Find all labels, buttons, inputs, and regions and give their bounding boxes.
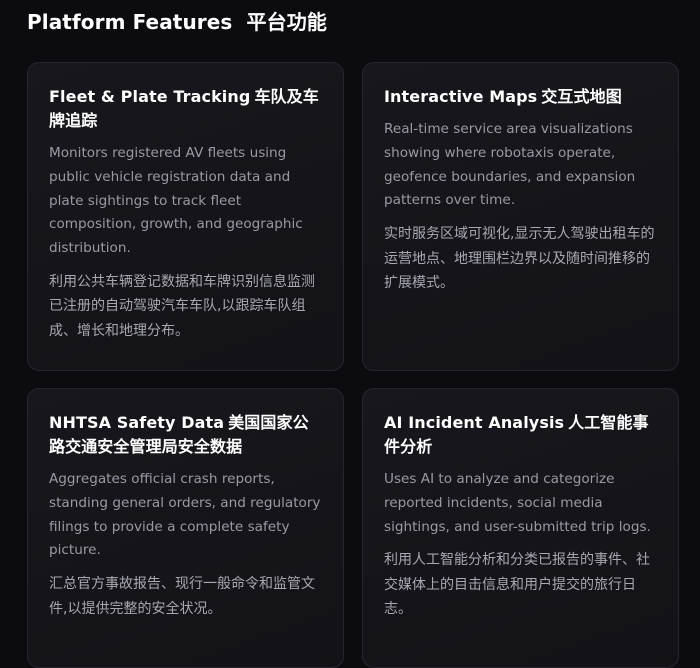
card-title: NHTSA Safety Data 美国国家公路交通安全管理局安全数据 — [49, 411, 323, 459]
card-title: Fleet & Plate Tracking 车队及车牌追踪 — [49, 85, 323, 133]
feature-card-ai-incident: AI Incident Analysis 人工智能事件分析 Uses AI to … — [362, 388, 679, 668]
card-title-en: Interactive Maps — [384, 87, 538, 106]
card-description-en: Real-time service area visualizations sh… — [384, 121, 636, 209]
feature-card-fleet-tracking: Fleet & Plate Tracking 车队及车牌追踪 Monitors r… — [27, 62, 344, 371]
card-title-zh: 交互式地图 — [541, 87, 622, 106]
card-description-zh: 实时服务区域可视化,显示无人驾驶出租车的运营地点、地理围栏边界以及随时间推移的扩… — [384, 226, 655, 292]
card-description-zh: 利用人工智能分析和分类已报告的事件、社交媒体上的目击信息和用户提交的旅行日志。 — [384, 552, 650, 618]
card-title-en: NHTSA Safety Data — [49, 413, 225, 432]
feature-card-interactive-maps: Interactive Maps 交互式地图 Real-time service … — [362, 62, 679, 371]
card-description-en: Monitors registered AV fleets using publ… — [49, 145, 303, 257]
card-description-zh: 汇总官方事故报告、现行一般命令和监管文件,以提供完整的安全状况。 — [49, 576, 315, 617]
feature-card-nhtsa-safety: NHTSA Safety Data 美国国家公路交通安全管理局安全数据 Aggre… — [27, 388, 344, 668]
section-title: Platform Features 平台功能 — [27, 10, 327, 34]
card-description-en: Uses AI to analyze and categorize report… — [384, 471, 651, 535]
card-title: AI Incident Analysis 人工智能事件分析 — [384, 411, 658, 459]
card-description-zh: 利用公共车辆登记数据和车牌识别信息监测已注册的自动驾驶汽车车队,以跟踪车队组成、… — [49, 273, 315, 339]
card-title-en: Fleet & Plate Tracking — [49, 87, 251, 106]
card-title-en: AI Incident Analysis — [384, 413, 565, 432]
card-description-en: Aggregates official crash reports, stand… — [49, 471, 321, 559]
card-title: Interactive Maps 交互式地图 — [384, 85, 658, 109]
